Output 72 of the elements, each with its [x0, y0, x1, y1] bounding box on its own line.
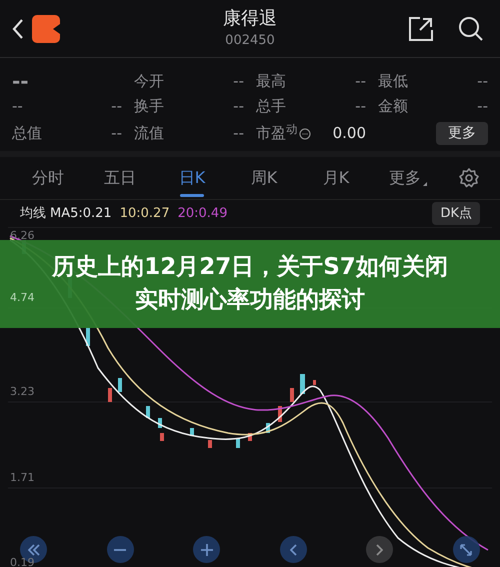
stock-code: 002450	[225, 32, 275, 50]
period-tab[interactable]: 月K	[300, 157, 372, 199]
stat-value: 0.00	[332, 123, 366, 144]
plus-icon	[200, 542, 214, 556]
moving-average-value: 20:0.49	[178, 204, 228, 223]
dk-button[interactable]: DK点	[432, 202, 480, 226]
stat-label: --	[12, 96, 23, 118]
candle	[158, 418, 162, 428]
chevron-left-button[interactable]	[280, 536, 307, 563]
price-value: --	[12, 68, 29, 95]
stat-value: --	[233, 70, 244, 92]
back-icon[interactable]	[12, 18, 24, 40]
candle	[208, 440, 212, 448]
axis-label: 0.19	[10, 557, 34, 567]
period-tab[interactable]: 日K	[156, 157, 228, 199]
minus-icon	[113, 548, 128, 550]
moving-average-value: MA5:0.21	[50, 204, 112, 223]
minus-button[interactable]	[106, 536, 134, 563]
stat-value: --	[355, 96, 366, 118]
candle	[108, 388, 112, 402]
chevron-right-icon	[376, 544, 384, 556]
stat-label: 最高	[256, 70, 286, 92]
headline-text: 历史上的12月27日，关于S7如何关闭实时测心率功能的探讨	[50, 253, 449, 315]
settings-icon[interactable]	[458, 167, 480, 189]
stat-label: 总手	[256, 96, 286, 118]
stat-value: --	[111, 96, 122, 118]
stat-label: 最低	[378, 70, 408, 92]
candle	[190, 428, 194, 436]
stat-label: 换手	[134, 96, 164, 118]
stat-label: 金额	[378, 96, 408, 118]
stat-value: --	[477, 70, 488, 92]
axis-label: 6.26	[10, 230, 34, 242]
stat-value: --	[111, 123, 122, 144]
stat-label: 今开	[134, 70, 164, 92]
expand-icon	[460, 544, 472, 556]
info-icon[interactable]	[299, 128, 311, 140]
indicator-label: 均线	[20, 204, 46, 223]
app-logo-icon	[32, 14, 60, 42]
double-chevron-left-icon	[28, 544, 40, 556]
stat-label: 总值	[12, 123, 42, 144]
stat-value: --	[355, 70, 366, 92]
candle	[146, 406, 150, 418]
more-button[interactable]: 更多	[436, 122, 488, 145]
candle	[300, 374, 305, 394]
stock-name: 康得退	[223, 6, 277, 31]
period-tab[interactable]: 五日	[84, 157, 156, 199]
candle	[160, 433, 164, 441]
search-icon[interactable]	[458, 16, 484, 42]
stat-value: --	[477, 96, 488, 118]
candle	[266, 423, 270, 433]
period-tab[interactable]: 更多	[372, 157, 444, 199]
stat-label: 市盈$^{动}$	[256, 122, 297, 144]
period-tab[interactable]: 周K	[228, 157, 300, 199]
stat-label: 流值	[134, 123, 164, 144]
period-tab[interactable]: 分时	[12, 157, 84, 199]
candle	[236, 438, 240, 448]
candle	[313, 380, 316, 385]
share-icon[interactable]	[408, 16, 434, 42]
candle	[278, 406, 282, 422]
axis-label: 3.23	[10, 386, 34, 398]
expand-button[interactable]	[452, 536, 480, 563]
axis-label: 4.74	[10, 292, 34, 304]
candle	[290, 388, 294, 402]
candle	[248, 433, 252, 441]
stat-value: --	[233, 123, 244, 144]
candle	[86, 328, 90, 346]
candle	[118, 378, 122, 392]
stat-value: --	[233, 96, 244, 118]
chevron-left-icon	[290, 544, 297, 556]
axis-label: 1.71	[10, 472, 34, 484]
plus-button[interactable]	[193, 536, 220, 563]
moving-average-value: 10:0.27	[120, 204, 170, 223]
